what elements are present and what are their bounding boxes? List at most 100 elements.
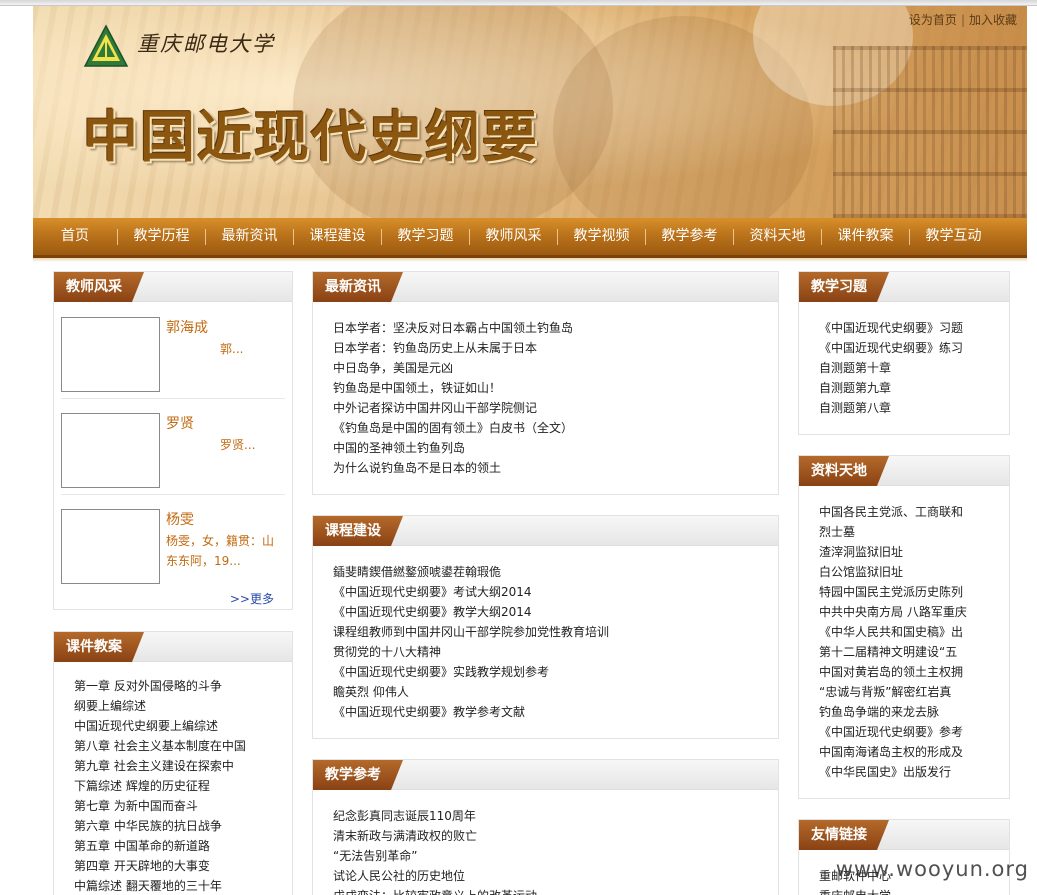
teacher-divider	[61, 398, 285, 399]
more-teachers-link[interactable]: >>更多	[230, 590, 274, 607]
course-item[interactable]: 课程组教师到中国井冈山干部学院参加党性教育培训	[333, 622, 778, 642]
list-item[interactable]: 第一章 反对外国侵略的斗争	[74, 676, 292, 696]
material-item[interactable]: 中国对黄岩岛的领土主权拥	[819, 662, 1009, 682]
panel-header: 最新资讯	[313, 272, 778, 302]
exercise-item[interactable]: 自测题第十章	[819, 358, 1009, 378]
reference-list: 纪念彭真同志诞辰110周年 清末新政与满清政权的败亡 “无法告别革命” 试论人民…	[313, 790, 778, 895]
teacher-photo[interactable]	[61, 509, 160, 584]
material-item[interactable]: “忠诚与背叛”解密红岩真	[819, 682, 1009, 702]
reference-item[interactable]: “无法告别革命”	[333, 846, 778, 866]
nav-latest-news[interactable]: 最新资讯	[206, 218, 293, 255]
material-item[interactable]: 烈士墓	[819, 522, 1009, 542]
panel-title: 资料天地	[799, 456, 889, 486]
nav-teaching-history[interactable]: 教学历程	[118, 218, 205, 255]
panel-header: 教学参考	[313, 760, 778, 790]
exercise-item[interactable]: 自测题第八章	[819, 398, 1009, 418]
teacher-photo[interactable]	[61, 413, 160, 488]
main-nav: 首页 教学历程 最新资讯 课程建设 教学习题 教师风采 教学视频 教学参考 资料…	[33, 218, 1027, 258]
material-item[interactable]: 《中华民国史》出版发行	[819, 762, 1009, 782]
teacher-desc: 杨雯，女，籍贯：山东东阿，19...	[166, 534, 275, 568]
teacher-name[interactable]: 罗贤	[166, 413, 194, 433]
courseware-panel: 课件教案 第一章 反对外国侵略的斗争 纲要上编综述 中国近现代史纲要上编综述 第…	[53, 631, 293, 895]
nav-exercises[interactable]: 教学习题	[382, 218, 469, 255]
exercises-list: 《中国近现代史纲要》习题 《中国近现代史纲要》练习 自测题第十章 自测题第九章 …	[799, 302, 1009, 418]
material-item[interactable]: 中共中央南方局 八路军重庆	[819, 602, 1009, 622]
list-item[interactable]: 第六章 中华民族的抗日战争	[74, 816, 292, 836]
material-item[interactable]: 中国各民主党派、工商联和	[819, 502, 1009, 522]
material-item[interactable]: 《中国近现代史纲要》参考	[819, 722, 1009, 742]
reference-item[interactable]: 清末新政与满清政权的败亡	[333, 826, 778, 846]
list-item[interactable]: 纲要上编综述	[74, 696, 292, 716]
teacher-card: 罗贤 罗贤...	[61, 413, 285, 497]
panel-header: 课程建设	[313, 516, 778, 546]
watermark: www.wooyun.org	[835, 857, 1029, 881]
news-item[interactable]: 日本学者：坚决反对日本霸占中国领土钓鱼岛	[333, 318, 778, 338]
materials-panel: 资料天地 中国各民主党派、工商联和 烈士墓 渣滓洞监狱旧址 白公馆监狱旧址 特园…	[798, 455, 1010, 799]
panel-title: 课程建设	[313, 516, 403, 546]
course-item[interactable]: 瞻英烈 仰伟人	[333, 682, 778, 702]
material-item[interactable]: 《中华人民共和国史稿》出	[819, 622, 1009, 642]
news-item[interactable]: 中日岛争，美国是元凶	[333, 358, 778, 378]
course-item[interactable]: 《中国近现代史纲要》教学参考文献	[333, 702, 778, 722]
nav-teaching-reference[interactable]: 教学参考	[646, 218, 733, 255]
material-item[interactable]: 渣滓洞监狱旧址	[819, 542, 1009, 562]
courseware-list: 第一章 反对外国侵略的斗争 纲要上编综述 中国近现代史纲要上编综述 第八章 社会…	[54, 662, 292, 895]
nav-course-building[interactable]: 课程建设	[294, 218, 381, 255]
nav-interaction[interactable]: 教学互动	[910, 218, 997, 255]
exercise-item[interactable]: 《中国近现代史纲要》练习	[819, 338, 1009, 358]
list-item[interactable]: 第九章 社会主义建设在探索中	[74, 756, 292, 776]
course-item[interactable]: 鍤斐睛鍥借繎鐜颁唬鍙茬翰瑕佹	[333, 562, 778, 582]
exercise-item[interactable]: 自测题第九章	[819, 378, 1009, 398]
teachers-panel: 教师风采 郭海成 郭... 罗贤 罗贤... 杨雯 杨雯，女，籍贯：山东东阿，1…	[53, 271, 293, 610]
site-title: 中国近现代史纲要	[83, 105, 540, 169]
news-item[interactable]: 中外记者探访中国井冈山干部学院侧记	[333, 398, 778, 418]
material-item[interactable]: 特园中国民主党派历史陈列	[819, 582, 1009, 602]
course-item[interactable]: 《中国近现代史纲要》考试大纲2014	[333, 582, 778, 602]
nav-teachers[interactable]: 教师风采	[470, 218, 557, 255]
set-homepage-link[interactable]: 设为首页	[909, 13, 957, 27]
panel-header: 课件教案	[54, 632, 292, 662]
bookshelf-decoration	[833, 46, 1027, 218]
reference-item[interactable]: 戊戌变法：比较宪政意义上的改革运动	[333, 886, 778, 895]
school-name: 重庆邮电大学	[137, 32, 275, 56]
list-item[interactable]: 第五章 中国革命的新道路	[74, 836, 292, 856]
panel-title: 教学参考	[313, 760, 403, 790]
panel-title: 课件教案	[54, 632, 144, 662]
reference-item[interactable]: 纪念彭真同志诞辰110周年	[333, 806, 778, 826]
material-item[interactable]: 白公馆监狱旧址	[819, 562, 1009, 582]
teacher-name[interactable]: 杨雯	[166, 509, 194, 529]
nav-materials[interactable]: 资料天地	[734, 218, 821, 255]
panel-title: 教学习题	[799, 272, 889, 302]
teacher-card: 杨雯 杨雯，女，籍贯：山东东阿，19...	[61, 509, 285, 593]
nav-teaching-video[interactable]: 教学视频	[558, 218, 645, 255]
friendly-link[interactable]: 重庆邮电大学	[819, 886, 1009, 895]
material-item[interactable]: 中国南海诸岛主权的形成及	[819, 742, 1009, 762]
teacher-divider	[61, 494, 285, 495]
reference-item[interactable]: 试论人民公社的历史地位	[333, 866, 778, 886]
material-item[interactable]: 第十二届精神文明建设“五	[819, 642, 1009, 662]
exercise-item[interactable]: 《中国近现代史纲要》习题	[819, 318, 1009, 338]
teacher-name[interactable]: 郭海成	[166, 317, 208, 337]
list-item[interactable]: 第七章 为新中国而奋斗	[74, 796, 292, 816]
news-item[interactable]: 《钓鱼岛是中国的固有领土》白皮书（全文）	[333, 418, 778, 438]
nav-home[interactable]: 首页	[33, 218, 117, 255]
university-emblem-icon	[83, 24, 129, 67]
list-item[interactable]: 中篇综述 翻天覆地的三十年	[74, 876, 292, 895]
course-item[interactable]: 《中国近现代史纲要》实践教学规划参考	[333, 662, 778, 682]
course-item[interactable]: 《中国近现代史纲要》教学大纲2014	[333, 602, 778, 622]
list-item[interactable]: 中国近现代史纲要上编综述	[74, 716, 292, 736]
news-item[interactable]: 中国的圣神领土钓鱼列岛	[333, 438, 778, 458]
list-item[interactable]: 下篇综述 辉煌的历史征程	[74, 776, 292, 796]
material-item[interactable]: 钓鱼岛争端的来龙去脉	[819, 702, 1009, 722]
panel-header: 教学习题	[799, 272, 1009, 302]
top-link-separator: |	[960, 13, 965, 27]
news-item[interactable]: 为什么说钓鱼岛不是日本的领土	[333, 458, 778, 478]
teacher-photo[interactable]	[61, 317, 160, 392]
nav-courseware[interactable]: 课件教案	[822, 218, 909, 255]
news-item[interactable]: 日本学者：钓鱼岛历史上从未属于日本	[333, 338, 778, 358]
news-item[interactable]: 钓鱼岛是中国领土，铁证如山！	[333, 378, 778, 398]
list-item[interactable]: 第八章 社会主义基本制度在中国	[74, 736, 292, 756]
list-item[interactable]: 第四章 开天辟地的大事变	[74, 856, 292, 876]
add-favorite-link[interactable]: 加入收藏	[969, 13, 1017, 27]
course-item[interactable]: 贯彻党的十八大精神	[333, 642, 778, 662]
